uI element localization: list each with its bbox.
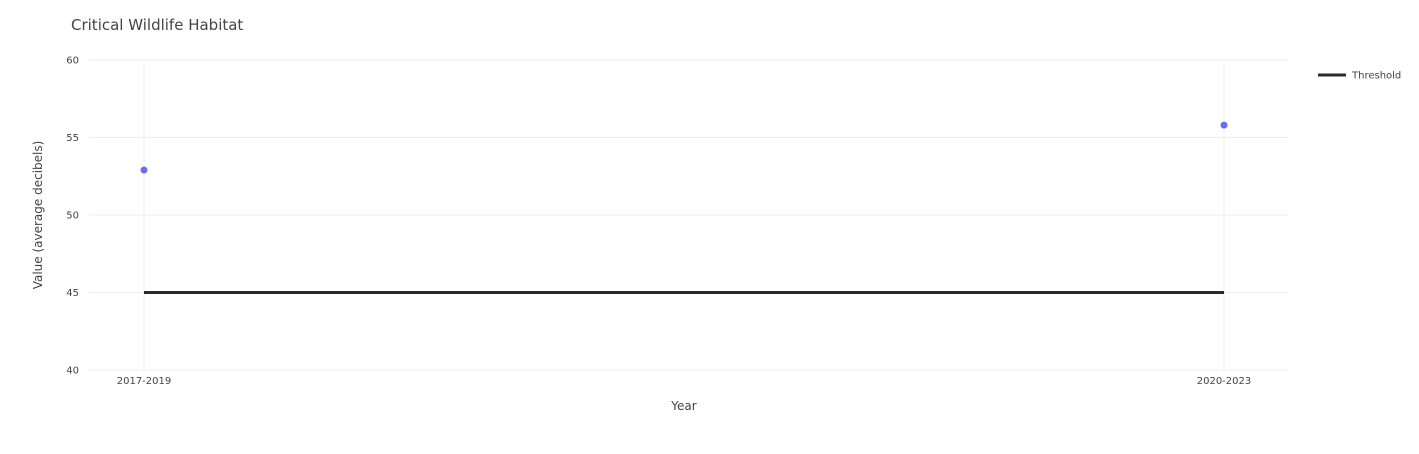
chart-svg: 40 45 50 55 60 2017-2019 2020-2023 Threshold C… — [0, 0, 1419, 450]
x-axis-title: Year — [670, 399, 696, 413]
legend-label: Threshold — [1351, 71, 1401, 82]
chart-title: Critical Wildlife Habitat — [71, 16, 243, 34]
chart-container: 40 45 50 55 60 2017-2019 2020-2023 Threshold C… — [0, 0, 1419, 450]
data-point — [140, 166, 148, 174]
x-tick-label: 2020-2023 — [1197, 376, 1252, 387]
y-tick-label: 40 — [66, 366, 79, 377]
y-tick-label: 55 — [66, 133, 79, 144]
y-tick-label: 50 — [66, 211, 79, 222]
y-tick-label: 45 — [66, 288, 79, 299]
y-tick-label: 60 — [66, 56, 79, 67]
x-tick-label: 2017-2019 — [117, 376, 172, 387]
data-point — [1220, 121, 1228, 129]
y-axis-title: Value (average decibels) — [31, 141, 45, 290]
